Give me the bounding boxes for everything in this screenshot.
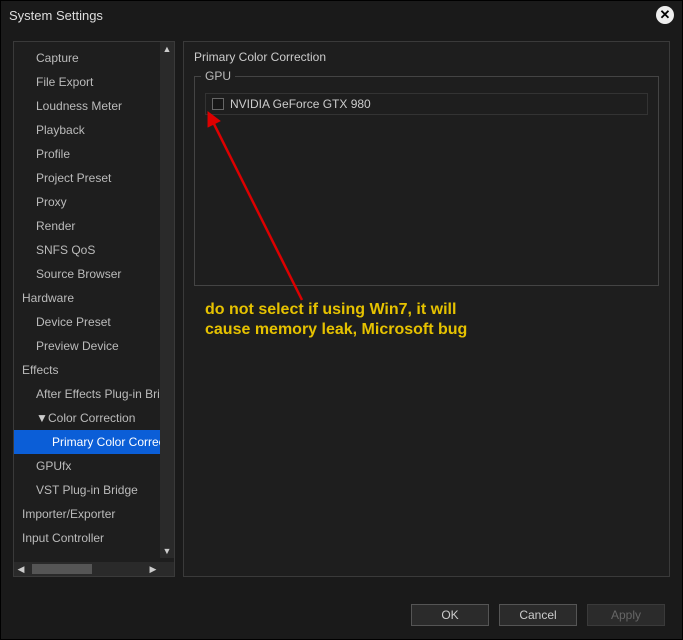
sidebar-item[interactable]: ▼Color Correction <box>14 406 174 430</box>
sidebar-item-label: Device Preset <box>36 315 111 329</box>
sidebar-item-label: VST Plug-in Bridge <box>36 483 138 497</box>
gpu-name: NVIDIA GeForce GTX 980 <box>230 97 371 111</box>
sidebar-item[interactable]: Source Browser <box>14 262 174 286</box>
gpu-group: GPU NVIDIA GeForce GTX 980 <box>194 76 659 286</box>
sidebar-item[interactable]: VST Plug-in Bridge <box>14 478 174 502</box>
sidebar-item[interactable]: SNFS QoS <box>14 238 174 262</box>
sidebar-item[interactable]: Playback <box>14 118 174 142</box>
scroll-up-arrow-icon[interactable]: ▲ <box>160 42 174 56</box>
sidebar-item[interactable]: Effects <box>14 358 174 382</box>
sidebar-item-label: Playback <box>36 123 85 137</box>
sidebar-item-label: Project Preset <box>36 171 111 185</box>
scroll-left-arrow-icon[interactable]: ◀ <box>14 562 28 576</box>
cancel-button[interactable]: Cancel <box>499 604 577 626</box>
sidebar-item-label: Preview Device <box>36 339 119 353</box>
sidebar-item[interactable]: Importer/Exporter <box>14 502 174 526</box>
sidebar-item-label: Primary Color Correction <box>52 435 174 449</box>
sidebar-item-label: Render <box>36 219 75 233</box>
hscroll-thumb[interactable] <box>32 564 92 574</box>
sidebar-item-label: Hardware <box>22 291 74 305</box>
sidebar-item[interactable]: Loudness Meter <box>14 94 174 118</box>
sidebar-item-label: Capture <box>36 51 79 65</box>
apply-button[interactable]: Apply <box>587 604 665 626</box>
sidebar-item[interactable]: Device Preset <box>14 310 174 334</box>
sidebar-item-label: After Effects Plug-in Bridge <box>36 387 174 401</box>
gpu-checkbox[interactable] <box>212 98 224 110</box>
window-title: System Settings <box>9 8 103 23</box>
sidebar-item-label: Effects <box>22 363 58 377</box>
sidebar-item-label: Profile <box>36 147 70 161</box>
sidebar-item[interactable]: Preview Device <box>14 334 174 358</box>
sidebar-item-label: Source Browser <box>36 267 121 281</box>
sidebar-item[interactable]: Proxy <box>14 190 174 214</box>
sidebar-item[interactable]: Render <box>14 214 174 238</box>
scrollbar-corner <box>160 562 174 576</box>
dialog-buttons: OK Cancel Apply <box>411 604 665 626</box>
hscroll-track[interactable] <box>28 562 146 576</box>
sidebar-item[interactable]: Hardware <box>14 286 174 310</box>
sidebar-item-label: SNFS QoS <box>36 243 95 257</box>
sidebar-item-label: File Export <box>36 75 93 89</box>
vscroll-track[interactable] <box>160 56 174 544</box>
sidebar-item-label: GPUfx <box>36 459 71 473</box>
scroll-down-arrow-icon[interactable]: ▼ <box>160 544 174 558</box>
sidebar-item[interactable]: Profile <box>14 142 174 166</box>
sidebar-item-label: Importer/Exporter <box>22 507 115 521</box>
ok-button[interactable]: OK <box>411 604 489 626</box>
sidebar-item-label: Color Correction <box>48 411 135 425</box>
sidebar-item[interactable]: Primary Color Correction <box>14 430 174 454</box>
annotation-text: do not select if using Win7, it will cau… <box>205 300 467 340</box>
vertical-scrollbar[interactable]: ▲ ▼ <box>160 42 174 558</box>
sidebar-item[interactable]: File Export <box>14 70 174 94</box>
close-icon[interactable]: ✕ <box>656 6 674 24</box>
horizontal-scrollbar[interactable]: ◀ ▶ <box>14 562 160 576</box>
sidebar-item-label: Loudness Meter <box>36 99 122 113</box>
gpu-item[interactable]: NVIDIA GeForce GTX 980 <box>205 93 648 115</box>
sidebar-item-label: Proxy <box>36 195 67 209</box>
sidebar-item[interactable]: Input Controller <box>14 526 174 550</box>
settings-sidebar: Capture File Export Loudness Meter Playback… <box>13 41 175 577</box>
settings-tree: Capture File Export Loudness Meter Playback… <box>14 42 174 576</box>
titlebar: System Settings ✕ <box>1 1 682 29</box>
sidebar-item[interactable]: Capture <box>14 46 174 70</box>
annotation-line: do not select if using Win7, it will <box>205 300 467 320</box>
annotation-line: cause memory leak, Microsoft bug <box>205 320 467 340</box>
sidebar-item[interactable]: GPUfx <box>14 454 174 478</box>
chevron-down-icon: ▼ <box>36 409 46 427</box>
sidebar-item-label: Input Controller <box>22 531 104 545</box>
gpu-group-label: GPU <box>201 69 235 83</box>
panel-title: Primary Color Correction <box>194 50 659 64</box>
scroll-right-arrow-icon[interactable]: ▶ <box>146 562 160 576</box>
sidebar-item[interactable]: Project Preset <box>14 166 174 190</box>
sidebar-item[interactable]: After Effects Plug-in Bridge <box>14 382 174 406</box>
